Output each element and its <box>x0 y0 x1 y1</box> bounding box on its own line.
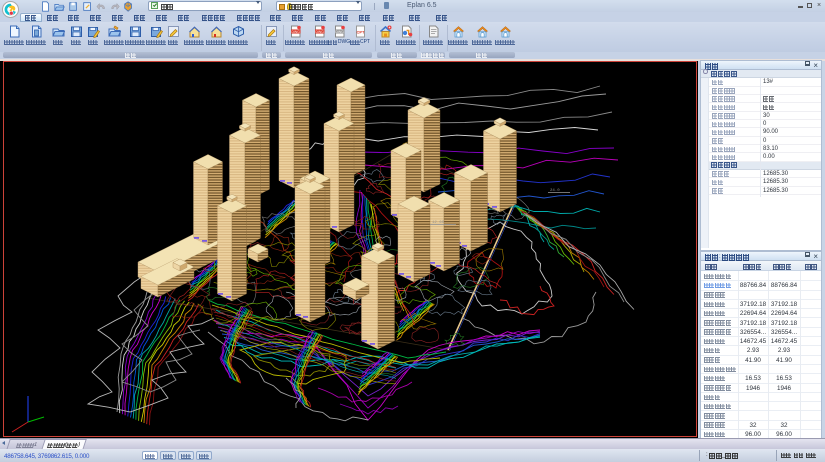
svg-text:CPT: CPT <box>356 29 365 34</box>
svg-text:DWG: DWG <box>315 29 324 33</box>
svg-text:DWG: DWG <box>335 29 344 33</box>
svg-text:DWG: DWG <box>291 29 300 33</box>
